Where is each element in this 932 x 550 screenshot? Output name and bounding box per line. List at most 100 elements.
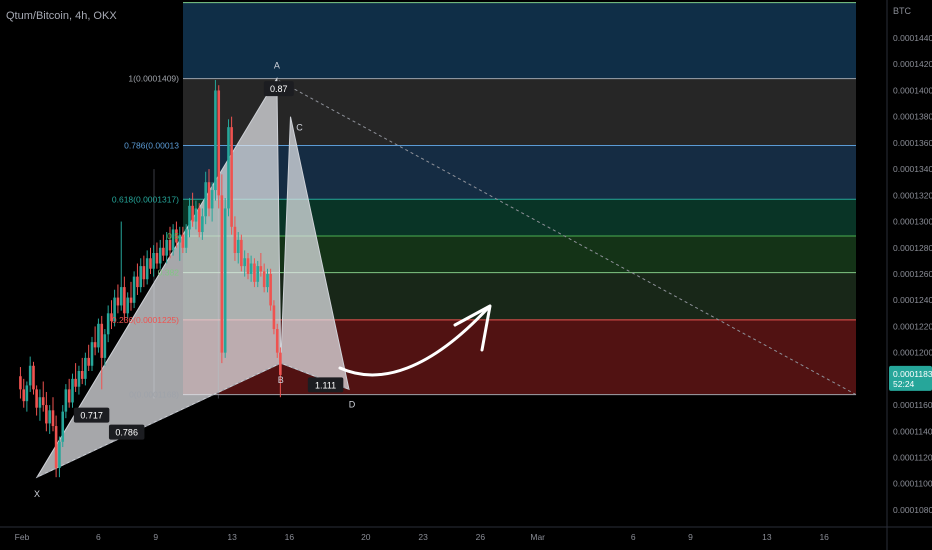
candle xyxy=(145,258,149,280)
price-tick-label: 0.0001080 xyxy=(893,505,932,515)
candle xyxy=(188,205,191,230)
price-tick-label: 0.0001420 xyxy=(893,59,932,69)
time-tick-label: 26 xyxy=(476,532,486,542)
candle xyxy=(253,263,256,282)
candle xyxy=(240,239,243,267)
candle xyxy=(249,263,253,274)
price-tick-label: 0.0001380 xyxy=(893,112,932,122)
price-tick-label: 0.0001300 xyxy=(893,217,932,227)
candle xyxy=(184,229,188,248)
ratio-label: 1.111 xyxy=(315,380,336,390)
fib-level-label: 0.5 xyxy=(167,231,179,241)
candle xyxy=(19,376,22,390)
candle xyxy=(259,266,263,272)
candle xyxy=(64,389,68,412)
candle xyxy=(165,239,168,256)
price-tick-label: 0.0001260 xyxy=(893,269,932,279)
candle xyxy=(126,297,129,314)
candle xyxy=(58,441,61,469)
candle xyxy=(262,271,266,288)
current-price-countdown: 52:24 xyxy=(893,379,915,389)
candle xyxy=(201,216,204,233)
candle xyxy=(116,297,120,306)
candle xyxy=(32,365,35,390)
candle xyxy=(103,334,107,358)
candle xyxy=(207,182,211,209)
candle xyxy=(158,247,162,264)
price-tick-label: 0.0001120 xyxy=(893,453,932,463)
candle xyxy=(243,258,246,267)
fib-zone xyxy=(183,145,856,200)
candle xyxy=(266,273,269,288)
fib-level-label: 1(0.0001409) xyxy=(128,74,179,84)
candle xyxy=(230,127,233,227)
candle xyxy=(41,397,45,406)
candle xyxy=(54,426,58,469)
candle xyxy=(132,276,136,303)
candle xyxy=(93,342,97,348)
candle xyxy=(97,323,100,348)
time-tick-label: 9 xyxy=(688,532,693,542)
candle xyxy=(214,90,217,191)
candle xyxy=(51,410,55,427)
candle xyxy=(191,205,194,222)
candle xyxy=(22,389,26,402)
candle xyxy=(136,276,139,288)
price-tick-label: 0.0001100 xyxy=(893,479,932,489)
fib-zone xyxy=(183,235,856,273)
time-tick-label: Mar xyxy=(530,532,545,542)
time-tick-label: 20 xyxy=(361,532,371,542)
candle xyxy=(74,378,77,387)
candle xyxy=(181,234,185,248)
candle xyxy=(84,357,87,379)
candle xyxy=(123,287,126,314)
candle xyxy=(223,208,227,353)
fib-level-label: 0.382 xyxy=(158,268,180,278)
candle xyxy=(256,266,260,282)
candle xyxy=(48,410,51,424)
fib-level-label: 0.236(0.0001225) xyxy=(112,315,179,325)
candle xyxy=(275,329,279,353)
candle xyxy=(152,253,155,269)
candle xyxy=(168,239,172,251)
candle xyxy=(220,195,224,353)
price-tick-label: 0.0001280 xyxy=(893,243,932,253)
candle xyxy=(272,305,276,330)
candle xyxy=(149,258,152,269)
candle xyxy=(80,370,84,379)
candle xyxy=(119,287,123,306)
time-tick-label: Feb xyxy=(15,532,30,542)
price-tick-label: 0.0001360 xyxy=(893,138,932,148)
candle xyxy=(100,323,104,358)
fib-zone xyxy=(183,199,856,236)
candle xyxy=(129,297,133,303)
pattern-point-label: A xyxy=(274,61,280,71)
ratio-label: 0.786 xyxy=(115,428,138,438)
time-tick-label: 23 xyxy=(418,532,428,542)
ratio-label: 0.717 xyxy=(80,411,103,421)
candle xyxy=(61,411,65,442)
candle xyxy=(45,405,48,424)
pattern-point-label: B xyxy=(278,375,284,385)
time-tick-label: 9 xyxy=(153,532,158,542)
candle xyxy=(155,253,159,264)
candle xyxy=(269,273,272,306)
fib-zone xyxy=(183,2,856,79)
candle xyxy=(25,385,29,402)
price-tick-label: 0.0001340 xyxy=(893,164,932,174)
chart-canvas[interactable]: 1(0.0001409) 0.786(0.00013 0.618(0.0001317… xyxy=(0,0,932,550)
ratio-label: 0.87 xyxy=(270,84,288,94)
candle xyxy=(28,365,32,386)
candle xyxy=(139,266,143,288)
candle xyxy=(233,226,237,254)
price-tick-label: 0.0001200 xyxy=(893,348,932,358)
fib-level-label: 0.786(0.00013 xyxy=(124,141,179,151)
candle xyxy=(246,258,250,274)
pattern-triangle-xab xyxy=(35,76,282,479)
candle xyxy=(217,90,221,196)
candle xyxy=(87,357,90,366)
candle xyxy=(194,208,198,222)
pattern-point-label: X xyxy=(34,489,40,499)
candle xyxy=(106,313,110,335)
price-tick-label: 0.0001400 xyxy=(893,85,932,95)
